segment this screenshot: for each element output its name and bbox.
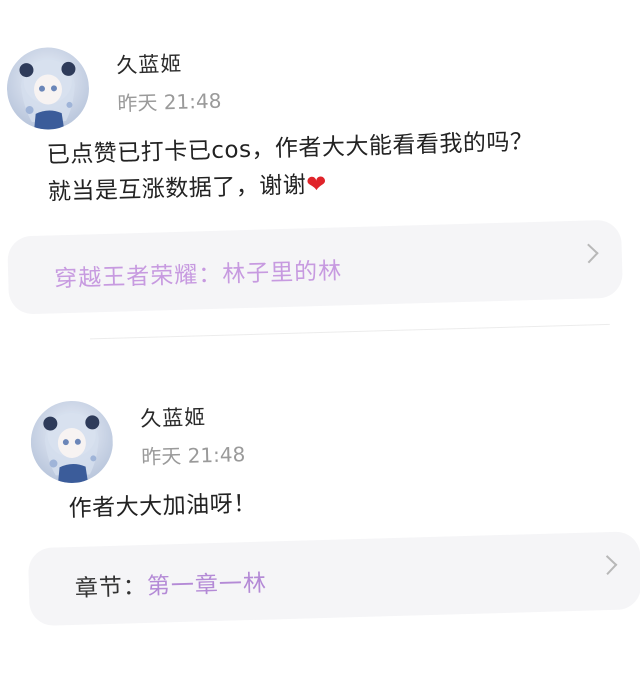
comment-text-segment: 就当是互涨数据了，谢谢: [47, 172, 307, 206]
timestamp: 昨天 21:48: [140, 442, 246, 470]
avatar-image: [29, 399, 114, 485]
avatar[interactable]: [29, 399, 114, 485]
username[interactable]: 久蓝姬: [140, 401, 207, 433]
chapter-title: 第一章一林: [146, 570, 268, 600]
linked-work-card[interactable]: 穿越王者荣耀：林子里的林: [7, 219, 624, 315]
chapter-label: 章节：: [74, 573, 148, 602]
divider: [89, 323, 610, 340]
timestamp: 昨天 21:48: [117, 88, 222, 116]
username[interactable]: 久蓝姬: [116, 48, 183, 80]
chevron-right-icon: [578, 243, 599, 264]
comment-text: 已点赞已打卡已cos，作者大大能看看我的吗？ 就当是互涨数据了，谢谢❤: [46, 122, 608, 211]
chevron-right-icon: [597, 555, 618, 575]
comment-item: 久蓝姬 昨天 21:48 已点赞已打卡已cos，作者大大能看看我的吗？ 就当是互…: [0, 23, 631, 315]
linked-work-title: 穿越王者荣耀：林子里的林: [53, 258, 343, 293]
chapter-link: 章节：第一章一林: [74, 564, 268, 603]
comment-text: 作者大大加油呀！: [68, 490, 258, 523]
comment-list: 久蓝姬 昨天 21:48 已点赞已打卡已cos，作者大大能看看我的吗？ 就当是互…: [0, 0, 640, 681]
heart-icon: ❤: [305, 169, 328, 199]
avatar[interactable]: [5, 46, 91, 131]
avatar-image: [5, 46, 91, 131]
chapter-link-card[interactable]: 章节：第一章一林: [27, 531, 640, 627]
comment-item: 久蓝姬 昨天 21:48 作者大大加油呀！ 章节：第一章一林: [2, 379, 640, 627]
